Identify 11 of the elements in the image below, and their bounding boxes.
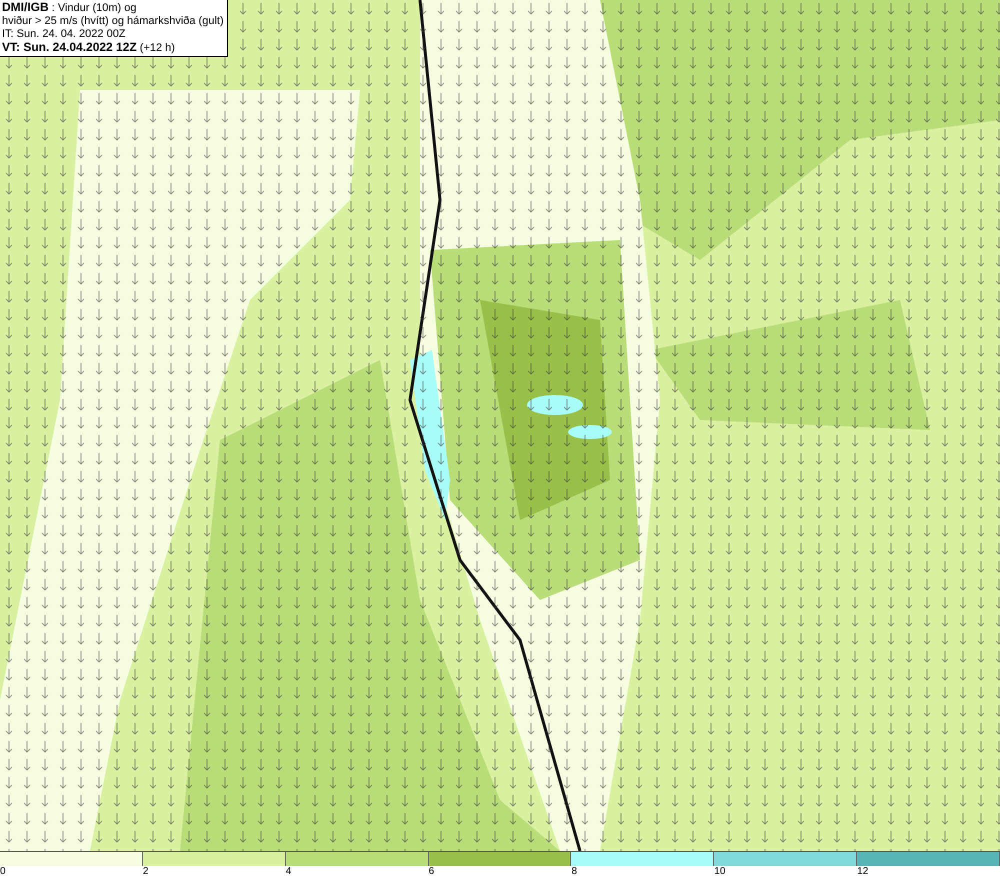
- legend-label: 4: [284, 866, 292, 878]
- info-text: IT: Sun. 24. 04. 2022 00Z: [2, 28, 127, 41]
- legend-label: 6: [428, 866, 434, 878]
- legend-label: 8: [570, 866, 577, 878]
- legend-label: 0: [0, 866, 6, 878]
- info-text: hviður > 25 m/s (hvítt) og hámarkshviða (gult): [2, 15, 224, 28]
- legend-label: 2: [142, 866, 148, 878]
- legend-label: 12: [856, 866, 868, 878]
- legend-label: 10: [713, 866, 726, 878]
- info-text: DMI/IGB : Vindur (10m) og: [2, 1, 138, 15]
- info-text: VT: Sun. 24.04.2022 12Z (+12 h): [2, 41, 176, 55]
